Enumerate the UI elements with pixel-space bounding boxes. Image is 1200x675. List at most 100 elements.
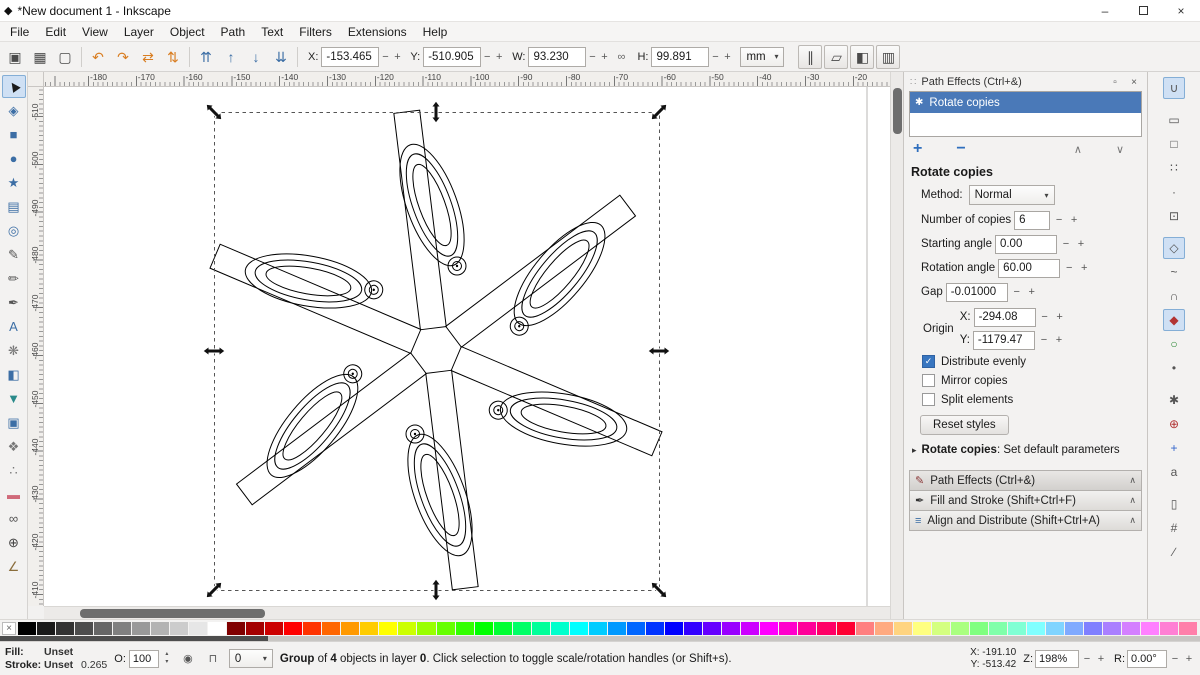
color-swatch[interactable] [17, 621, 36, 635]
rotate-cw-button[interactable]: ↷ [111, 45, 135, 69]
menu-view[interactable]: View [74, 23, 116, 41]
color-swatch[interactable] [341, 621, 360, 635]
spin-minus-button[interactable]: − [481, 47, 493, 67]
color-swatch[interactable] [646, 621, 665, 635]
snap-bbox-edges-button[interactable]: □ [1163, 133, 1185, 155]
color-swatch[interactable] [436, 621, 455, 635]
spray-tool[interactable]: ∴ [2, 459, 26, 482]
color-swatch[interactable] [379, 621, 398, 635]
snap-object-centers-button[interactable]: ⊕ [1163, 413, 1185, 435]
spin-plus-button[interactable]: + [1183, 649, 1195, 669]
param-value[interactable]: 60.00 [998, 258, 1061, 278]
color-swatch[interactable] [893, 621, 912, 635]
color-swatch[interactable] [969, 621, 988, 635]
color-swatch[interactable] [112, 621, 131, 635]
color-swatch[interactable] [1084, 621, 1103, 635]
param-value[interactable]: -0.01000 [945, 282, 1008, 302]
palette-scrollbar-thumb[interactable] [0, 636, 268, 641]
spin-minus-button[interactable]: − [1063, 258, 1075, 278]
lock-ratio-button[interactable]: ∞ [612, 47, 630, 67]
measure-tool[interactable]: ∠ [2, 555, 26, 578]
spin-plus-button[interactable]: + [391, 47, 403, 67]
snap-cusp-nodes-button[interactable]: ◆ [1163, 309, 1185, 331]
pen-tool[interactable]: ✏ [2, 267, 26, 290]
color-swatch[interactable] [741, 621, 760, 635]
vertical-scrollbar-thumb[interactable] [893, 88, 902, 134]
pencil-tool[interactable]: ✎ [2, 243, 26, 266]
color-swatch[interactable] [169, 621, 188, 635]
snap-path-intersections-button[interactable]: ∩ [1163, 285, 1185, 307]
snap-grids-button[interactable]: # [1163, 517, 1185, 539]
lpe-effect-item-selected[interactable]: ✱ Rotate copies [910, 92, 1141, 113]
menu-help[interactable]: Help [415, 23, 456, 41]
method-dropdown[interactable]: Normal ▾ [968, 185, 1055, 205]
spin-plus-button[interactable]: + [1026, 282, 1038, 302]
color-swatch[interactable] [798, 621, 817, 635]
color-swatch[interactable] [1007, 621, 1026, 635]
box3d-tool[interactable]: ▤ [2, 195, 26, 218]
color-swatch[interactable] [265, 621, 284, 635]
lower-to-bottom-button[interactable]: ⇊ [269, 45, 293, 69]
lpe-effect-list[interactable]: ✱ Rotate copies [909, 91, 1142, 137]
color-swatch[interactable] [874, 621, 893, 635]
move-effect-down-button[interactable]: ∨ [1116, 143, 1124, 156]
field-value[interactable]: -510.905 [423, 46, 482, 67]
spin-plus-button[interactable]: + [1054, 307, 1066, 327]
menu-filters[interactable]: Filters [291, 23, 340, 41]
horizontal-ruler[interactable]: -180 -170 -160 -150 -140 -130 -120 -110 -100 -90 -… [44, 72, 890, 87]
no-color-swatch[interactable]: × [2, 621, 16, 635]
opacity-up-button[interactable]: ▴ [162, 651, 172, 659]
menu-text[interactable]: Text [253, 23, 291, 41]
select-all-button[interactable]: ▣ [3, 45, 27, 69]
origin-y-value[interactable]: -1179.47 [972, 330, 1035, 350]
color-swatch[interactable] [779, 621, 798, 635]
color-swatch[interactable] [684, 621, 703, 635]
selector-tool[interactable]: ▶ [1, 75, 26, 98]
snap-smooth-nodes-button[interactable]: ○ [1163, 333, 1185, 355]
color-swatch[interactable] [588, 621, 607, 635]
color-swatch[interactable] [912, 621, 931, 635]
field-value[interactable]: 93.230 [528, 46, 587, 67]
color-swatch[interactable] [474, 621, 493, 635]
vertical-scrollbar[interactable] [890, 72, 903, 619]
restore-button[interactable] [1124, 0, 1162, 21]
canvas[interactable] [44, 87, 890, 606]
distribute-evenly-checkbox[interactable]: ✓ [922, 355, 935, 368]
spin-plus-button[interactable]: + [1075, 234, 1087, 254]
horizontal-scrollbar[interactable] [44, 606, 890, 619]
snap-bbox-centers-button[interactable]: ⊡ [1163, 205, 1185, 227]
field-value[interactable]: 99.891 [651, 46, 710, 67]
color-swatch[interactable] [188, 621, 207, 635]
vertical-ruler[interactable]: -510 -500 -490 -480 -470 -460 -450 -440 -430 -420… [28, 87, 44, 606]
color-swatch[interactable] [303, 621, 322, 635]
spin-minus-button[interactable]: − [379, 47, 391, 67]
lower-button[interactable]: ↓ [244, 45, 268, 69]
remove-effect-button[interactable]: − [956, 141, 965, 157]
color-swatch[interactable] [455, 621, 474, 635]
rotation-value[interactable]: 0.00° [1127, 649, 1167, 668]
star-tool[interactable]: ★ [2, 171, 26, 194]
raise-to-top-button[interactable]: ⇈ [194, 45, 218, 69]
dropper-tool[interactable]: ▼ [2, 387, 26, 410]
text-tool[interactable]: A [2, 315, 26, 338]
mirror-copies-checkbox[interactable] [922, 374, 935, 387]
raise-button[interactable]: ↑ [219, 45, 243, 69]
color-swatch[interactable] [1160, 621, 1179, 635]
color-swatch[interactable] [855, 621, 874, 635]
menu-edit[interactable]: Edit [37, 23, 74, 41]
spin-minus-button[interactable]: − [586, 47, 598, 67]
color-swatch[interactable] [550, 621, 569, 635]
dock-tab-2[interactable]: ✒ Fill and Stroke (Shift+Ctrl+F) ∧ [909, 490, 1142, 511]
snap-bbox-button[interactable]: ▭ [1163, 109, 1185, 131]
color-swatch[interactable] [665, 621, 684, 635]
color-swatch[interactable] [512, 621, 531, 635]
snap-line-midpoints-button[interactable]: • [1163, 357, 1185, 379]
dock-tab-1[interactable]: ✎ Path Effects (Ctrl+&) ∧ [909, 470, 1142, 491]
menu-object[interactable]: Object [162, 23, 213, 41]
node-tool[interactable]: ◈ [2, 99, 26, 122]
flip-vertical-button[interactable]: ⇅ [161, 45, 185, 69]
color-swatch[interactable] [1103, 621, 1122, 635]
snap-toggle-button[interactable]: ∪ [1163, 77, 1185, 99]
move-effect-up-button[interactable]: ∧ [1074, 143, 1082, 156]
select-all-layers-button[interactable]: ▦ [28, 45, 52, 69]
